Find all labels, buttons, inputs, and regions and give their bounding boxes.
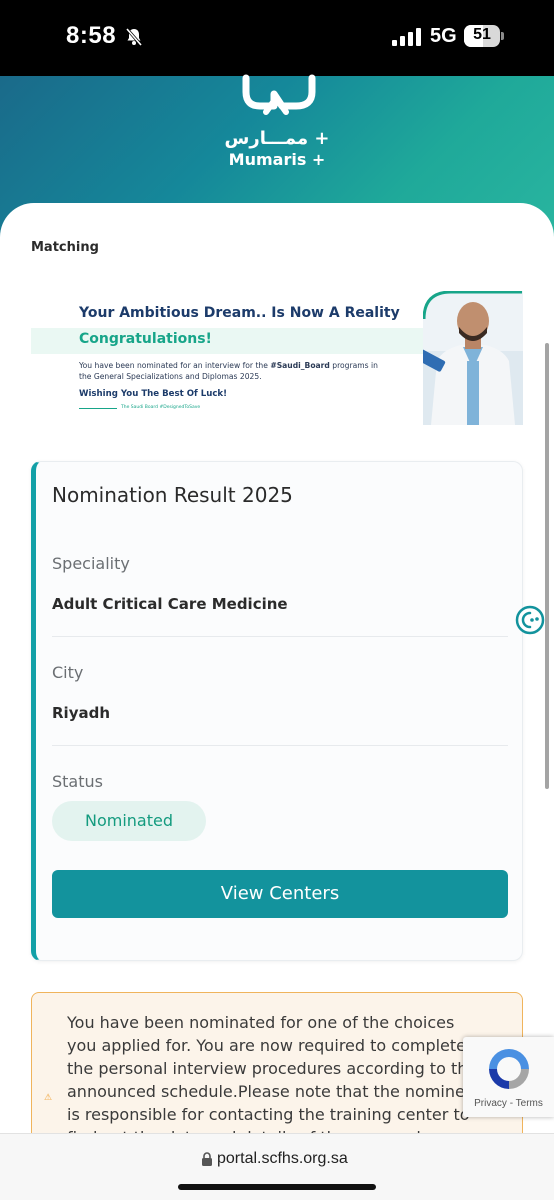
congratulations-banner: Your Ambitious Dream.. Is Now A Reality … [31,291,523,425]
terms-link[interactable]: Terms [516,1098,543,1109]
recaptcha-icon [489,1049,529,1089]
privacy-link[interactable]: Privacy [474,1098,507,1109]
logo-english-text: Mumaris + [228,150,326,169]
battery-level: 51 [473,26,491,43]
banner-wish: Wishing You The Best Of Luck! [79,389,228,399]
chat-icon[interactable] [515,605,545,635]
banner-title: Your Ambitious Dream.. Is Now A Reality [79,305,400,321]
browser-address-bar[interactable]: portal.scfhs.org.sa [0,1133,554,1200]
recaptcha-links: Privacy - Terms [463,1098,554,1109]
banner-divider [79,408,117,409]
city-value: Riyadh [52,704,111,722]
divider [52,745,508,746]
banner-hashtag: #Saudi_Board [270,361,330,370]
logo-arabic-text: ممـــارس + [224,128,330,149]
status-badge: Nominated [52,801,206,841]
card-title: Nomination Result 2025 [52,483,293,507]
lock-icon [202,1152,212,1166]
link-separator: - [506,1098,516,1109]
nomination-result-card: Nomination Result 2025 Speciality Adult … [31,461,523,961]
status-bar: 8:58 5G 51 [0,0,554,76]
banner-congrats: Congratulations! [79,331,212,347]
status-time: 8:58 [66,22,117,49]
network-label: 5G [430,25,457,47]
home-indicator[interactable] [178,1184,376,1190]
signal-icon [392,28,421,46]
banner-tagline: The Saudi Board #DesignedToSave [121,405,201,410]
banner-body: You have been nominated for an interview… [79,360,389,382]
main-content[interactable]: Matching Your Ambitious Dream.. Is Now A… [0,203,554,1153]
notice-text: You have been nominated for one of the c… [67,1013,477,1153]
bell-slash-icon [125,28,143,46]
recaptcha-badge[interactable]: Privacy - Terms [463,1037,554,1117]
status-label: Status [52,772,103,791]
url-text[interactable]: portal.scfhs.org.sa [217,1150,348,1168]
view-centers-button[interactable]: View Centers [52,870,508,918]
doctor-photo [423,291,523,425]
warning-icon: ⚠ [44,1093,53,1103]
banner-body-prefix: You have been nominated for an interview… [79,361,271,370]
city-label: City [52,663,84,682]
mumaris-logo-icon [242,74,316,115]
divider [52,636,508,637]
section-title: Matching [31,240,99,255]
speciality-value: Adult Critical Care Medicine [52,595,288,613]
scrollbar[interactable] [545,343,549,789]
battery-icon: 51 [464,25,504,47]
speciality-label: Speciality [52,554,130,573]
notice-box: ⚠ You have been nominated for one of the… [31,992,523,1153]
